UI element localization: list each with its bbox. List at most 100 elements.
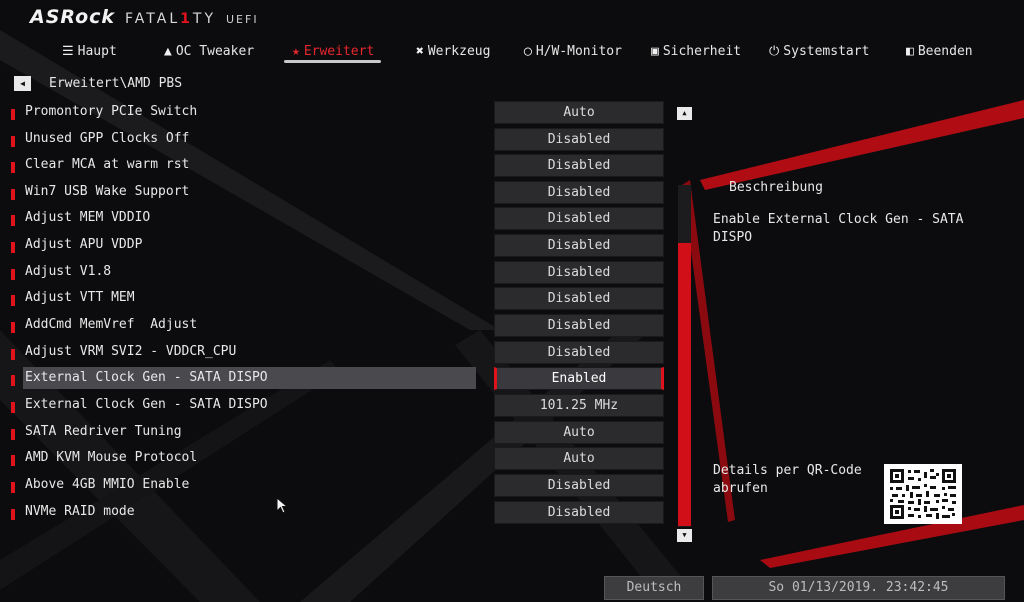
setting-value[interactable]: Disabled (494, 207, 664, 230)
setting-value[interactable]: Auto (494, 101, 664, 124)
scrollbar-thumb[interactable] (678, 243, 691, 526)
setting-value[interactable]: Disabled (494, 128, 664, 151)
list-icon: ☰ (62, 43, 74, 59)
tab-beenden[interactable]: ◧ Beenden (906, 40, 973, 62)
setting-value[interactable]: Disabled (494, 154, 664, 177)
setting-row-selected[interactable]: External Clock Gen - SATA DISPO Enabled (0, 366, 670, 392)
setting-row[interactable]: AMD KVM Mouse Protocol Auto (0, 446, 670, 472)
setting-label: External Clock Gen - SATA DISPO (25, 397, 268, 412)
brand-series: FATAL1TY (125, 11, 216, 27)
breadcrumb: ◀ Erweitert\AMD PBS (14, 73, 182, 93)
setting-label: Adjust APU VDDP (25, 237, 143, 252)
tab-label: H/W-Monitor (535, 43, 622, 59)
setting-row[interactable]: Adjust VRM SVI2 - VDDCR_CPU Disabled (0, 340, 670, 366)
breadcrumb-path: Erweitert\AMD PBS (49, 75, 183, 91)
setting-row[interactable]: Adjust VTT MEM Disabled (0, 286, 670, 312)
setting-row[interactable]: Win7 USB Wake Support Disabled (0, 180, 670, 206)
setting-row[interactable]: Clear MCA at warm rst Disabled (0, 153, 670, 179)
setting-value[interactable]: Disabled (494, 501, 664, 524)
row-marker (11, 349, 15, 360)
tab-haupt[interactable]: ☰ Haupt (62, 40, 117, 62)
setting-row[interactable]: Adjust APU VDDP Disabled (0, 233, 670, 259)
brand-maker: ASRock (30, 6, 116, 28)
scroll-down-button[interactable]: ▼ (677, 529, 692, 542)
tools-icon: ✖ (416, 43, 424, 59)
setting-value[interactable]: Disabled (494, 234, 664, 257)
setting-label: Adjust VRM SVI2 - VDDCR_CPU (25, 344, 237, 359)
setting-label: Clear MCA at warm rst (25, 157, 190, 172)
setting-row[interactable]: Adjust V1.8 Disabled (0, 260, 670, 286)
tab-hw-monitor[interactable]: ◯ H/W-Monitor (524, 40, 622, 62)
back-arrow-icon: ◀ (20, 78, 25, 88)
tab-werkzeug[interactable]: ✖ Werkzeug (416, 40, 490, 62)
setting-row[interactable]: External Clock Gen - SATA DISPO 101.25 M… (0, 393, 670, 419)
setting-label: AddCmd MemVref Adjust (25, 317, 198, 332)
setting-row[interactable]: Above 4GB MMIO Enable Disabled (0, 473, 670, 499)
setting-row[interactable]: Unused GPP Clocks Off Disabled (0, 127, 670, 153)
row-marker (11, 295, 15, 306)
setting-label: Adjust V1.8 (25, 264, 112, 279)
tab-label: Systemstart (783, 43, 870, 59)
row-marker (11, 482, 15, 493)
setting-row[interactable]: Promontory PCIe Switch Auto (0, 100, 670, 126)
setting-row[interactable]: SATA Redriver Tuning Auto (0, 420, 670, 446)
brand-uefi: UEFI (226, 13, 259, 26)
tab-label: OC Tweaker (175, 43, 255, 59)
row-marker (11, 189, 15, 200)
setting-label: Above 4GB MMIO Enable (25, 477, 190, 492)
row-marker (11, 429, 15, 440)
row-marker (11, 455, 15, 466)
rocket-icon: ▲ (164, 43, 172, 59)
row-marker (11, 136, 15, 147)
star-icon: ★ (292, 43, 300, 59)
row-marker (11, 375, 15, 386)
setting-value[interactable]: Auto (494, 447, 664, 470)
datetime-display: So 01/13/2019. 23:42:45 (712, 576, 1005, 600)
brand-logo: ASRock FATAL1TY UEFI (30, 6, 259, 32)
description-title: Beschreibung (729, 180, 823, 195)
row-marker (11, 509, 15, 520)
tab-label: Sicherheit (662, 43, 742, 59)
setting-value[interactable]: Disabled (494, 474, 664, 497)
power-icon: ⏻ (769, 43, 780, 59)
setting-label: External Clock Gen - SATA DISPO (25, 370, 268, 385)
shield-icon: ▣ (651, 43, 659, 59)
setting-value[interactable]: Disabled (494, 181, 664, 204)
chevron-up-icon: ▲ (682, 109, 687, 117)
monitor-icon: ◯ (524, 43, 532, 59)
row-marker (11, 269, 15, 280)
row-marker (11, 242, 15, 253)
setting-label: Unused GPP Clocks Off (25, 131, 190, 146)
tab-systemstart[interactable]: ⏻ Systemstart (769, 40, 869, 62)
setting-label: Adjust VTT MEM (25, 290, 135, 305)
setting-row[interactable]: NVMe RAID mode Disabled (0, 500, 670, 526)
setting-value[interactable]: Disabled (494, 261, 664, 284)
setting-value[interactable]: 101.25 MHz (494, 394, 664, 417)
setting-row[interactable]: Adjust MEM VDDIO Disabled (0, 206, 670, 232)
exit-icon: ◧ (906, 43, 914, 59)
setting-row[interactable]: AddCmd MemVref Adjust Disabled (0, 313, 670, 339)
setting-value[interactable]: Disabled (494, 314, 664, 337)
setting-label: Win7 USB Wake Support (25, 184, 190, 199)
tab-label: Werkzeug (427, 43, 491, 59)
setting-label: Promontory PCIe Switch (25, 104, 198, 119)
mouse-cursor-icon (276, 497, 289, 514)
setting-value[interactable]: Disabled (494, 341, 664, 364)
description-text: Enable External Clock Gen - SATA DISPO (713, 212, 964, 245)
tab-label: Haupt (77, 43, 117, 59)
tab-label: Beenden (917, 43, 973, 59)
language-button[interactable]: Deutsch (604, 576, 704, 600)
setting-label: Adjust MEM VDDIO (25, 210, 151, 225)
back-button[interactable]: ◀ (14, 75, 31, 91)
tab-erweitert[interactable]: ★ Erweitert (292, 40, 374, 62)
chevron-down-icon: ▼ (682, 531, 687, 539)
setting-value[interactable]: Auto (494, 421, 664, 444)
tab-sicherheit[interactable]: ▣ Sicherheit (651, 40, 741, 62)
setting-value[interactable]: Enabled (494, 367, 664, 390)
tab-oc-tweaker[interactable]: ▲ OC Tweaker (164, 40, 254, 62)
top-nav: ☰ Haupt ▲ OC Tweaker ★ Erweitert ✖ Werkz… (0, 36, 1024, 64)
qr-code-image (884, 464, 962, 524)
setting-label: NVMe RAID mode (25, 504, 135, 519)
setting-value[interactable]: Disabled (494, 287, 664, 310)
scroll-up-button[interactable]: ▲ (677, 107, 692, 120)
